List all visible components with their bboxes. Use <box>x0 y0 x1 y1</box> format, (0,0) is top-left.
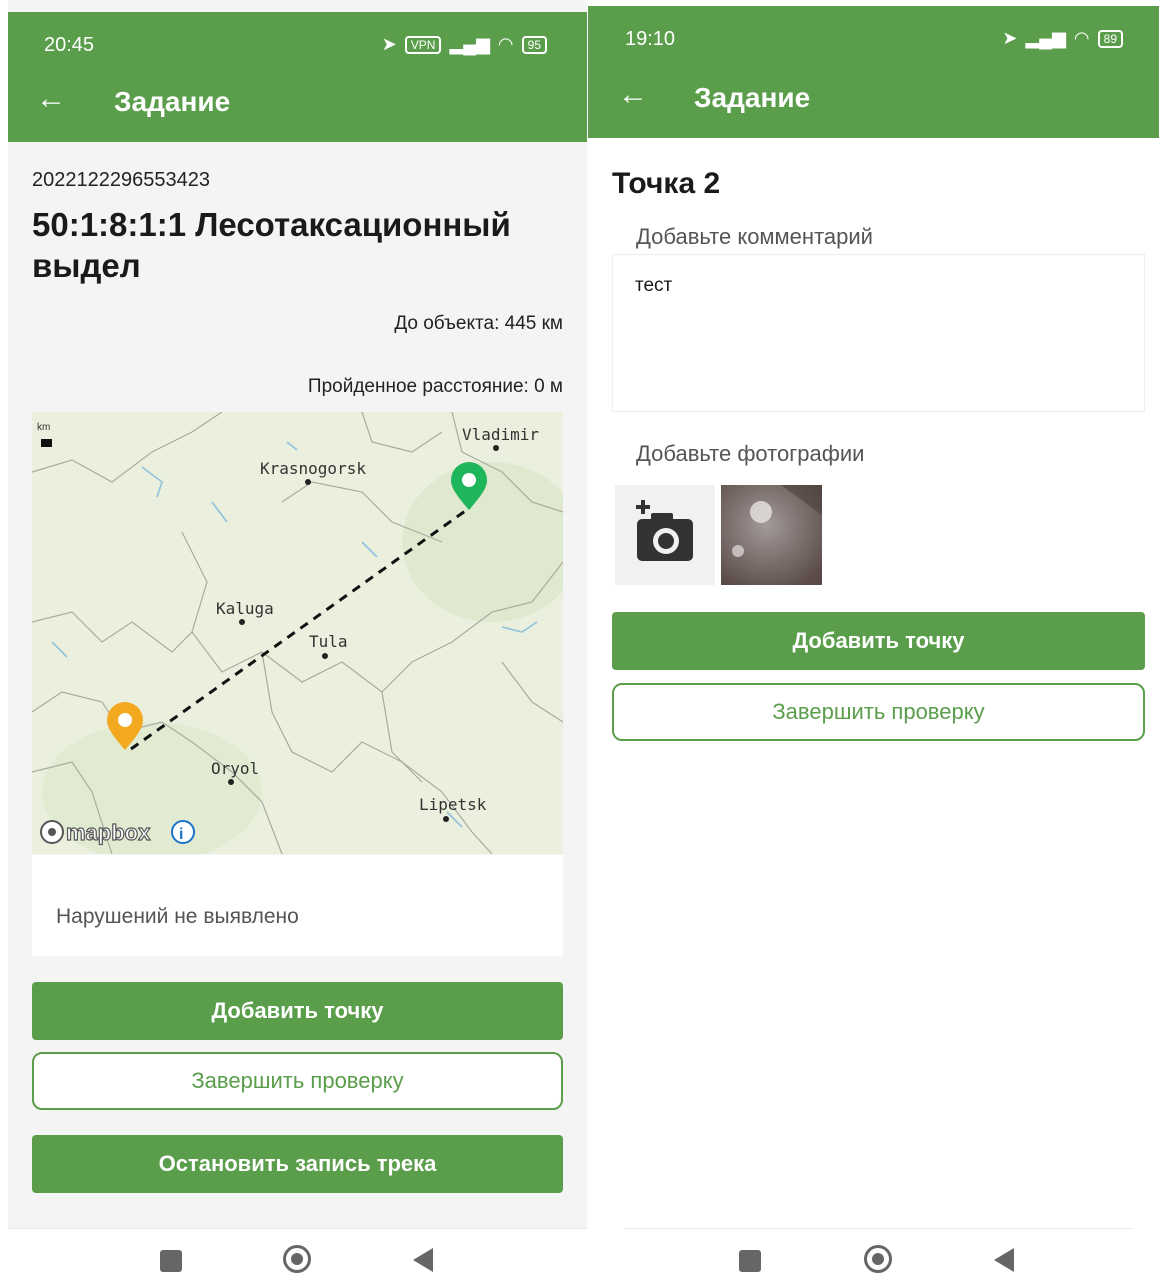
page-title: Задание <box>114 86 231 117</box>
city-label-krasnogorsk: Krasnogorsk <box>260 459 366 478</box>
comment-label: Добавьте комментарий <box>636 224 873 249</box>
wifi-icon: ◠ <box>1073 28 1090 48</box>
battery-icon: 95 <box>521 35 547 54</box>
mapbox-attribution: mapbox <box>66 820 151 845</box>
location-icon: ➤ <box>381 34 397 54</box>
photo-thumbnail[interactable] <box>721 485 822 585</box>
add-point-button[interactable]: Добавить точку <box>612 612 1145 670</box>
finish-check-button[interactable]: Завершить проверку <box>32 1052 563 1110</box>
mapbox-logo-icon: mapbox <box>40 819 152 846</box>
battery-icon: 89 <box>1097 29 1123 48</box>
system-nav-bar <box>8 1228 587 1274</box>
comment-field[interactable]: тест <box>612 254 1145 412</box>
status-icons: ➤ ▂▄▆ ◠ 89 <box>1002 28 1123 49</box>
nav-back-icon[interactable] <box>994 1248 1014 1272</box>
city-label-tula: Tula <box>309 632 348 651</box>
add-camera-icon <box>636 500 693 561</box>
notes-text: Нарушений не выявлено <box>56 905 299 928</box>
map-scale-label: km <box>37 422 50 433</box>
city-label-lipetsk: Lipetsk <box>419 795 487 814</box>
notes-card: Нарушений не выявлено <box>32 855 563 956</box>
nav-back-icon[interactable] <box>413 1248 433 1272</box>
point-screen: 19:10 ➤ ▂▄▆ ◠ 89 ← Задание Точка 2 Добав… <box>588 0 1159 1274</box>
signal-icon: ▂▄▆ <box>449 34 490 54</box>
task-id: 2022122296553423 <box>32 169 210 191</box>
signal-icon: ▂▄▆ <box>1025 28 1066 48</box>
comment-value: тест <box>635 275 673 296</box>
add-point-button[interactable]: Добавить точку <box>32 982 563 1040</box>
svg-text:i: i <box>179 826 183 843</box>
vpn-badge: VPN <box>404 35 442 54</box>
distance-traveled: Пройденное расстояние: 0 м <box>307 376 563 397</box>
location-icon: ➤ <box>1002 28 1018 48</box>
app-bar: 20:45 ➤ VPN ▂▄▆ ◠ 95 ← Задание <box>8 12 587 142</box>
city-label-kaluga: Kaluga <box>216 599 274 618</box>
distance-to-object: До объекта: 445 км <box>394 313 563 334</box>
point-title: Точка 2 <box>612 167 721 200</box>
wifi-icon: ◠ <box>497 34 514 54</box>
recent-apps-icon[interactable] <box>160 1250 182 1272</box>
status-icons: ➤ VPN ▂▄▆ ◠ 95 <box>382 34 547 55</box>
recent-apps-icon[interactable] <box>739 1250 761 1272</box>
city-label-oryol: Oryol <box>211 759 259 778</box>
add-photo-button[interactable] <box>615 485 715 585</box>
home-icon[interactable] <box>283 1245 311 1273</box>
home-icon[interactable] <box>864 1245 892 1273</box>
app-bar: 19:10 ➤ ▂▄▆ ◠ 89 ← Задание <box>588 6 1159 138</box>
task-name: 50:1:8:1:1 Лесотаксационный выдел <box>32 206 511 284</box>
stop-track-button[interactable]: Остановить запись трека <box>32 1135 563 1193</box>
info-icon[interactable]: i <box>171 820 195 844</box>
status-time: 20:45 <box>44 34 95 56</box>
back-arrow-icon[interactable]: ← <box>618 78 648 112</box>
map-view[interactable]: Vladimir Krasnogorsk Kaluga Tula Oryol L… <box>32 412 563 854</box>
map-scale-bar <box>41 439 52 447</box>
task-screen: 20:45 ➤ VPN ▂▄▆ ◠ 95 ← Задание 202212229… <box>8 0 587 1274</box>
photos-label: Добавьте фотографии <box>636 441 865 466</box>
finish-check-button[interactable]: Завершить проверку <box>612 683 1145 741</box>
status-time: 19:10 <box>625 28 676 50</box>
city-label-vladimir: Vladimir <box>462 425 539 444</box>
page-title: Задание <box>694 82 811 113</box>
back-arrow-icon[interactable]: ← <box>36 82 66 116</box>
system-nav-bar <box>588 1228 1159 1274</box>
